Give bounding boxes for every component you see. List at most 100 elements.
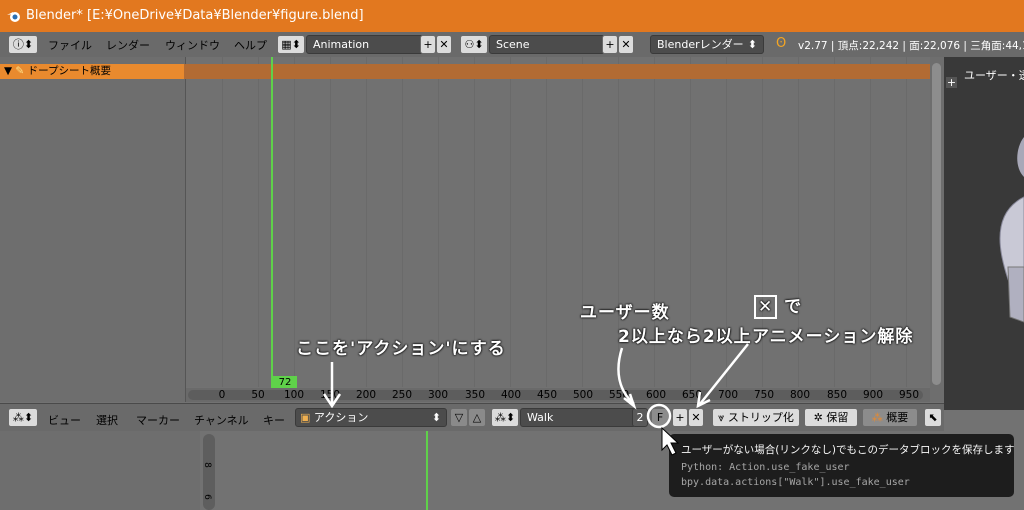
blender-icon: ʘ: [776, 36, 787, 51]
tooltip-title: ユーザーがない場合(リンクなし)でもこのデータブロックを保存します: [681, 444, 1015, 456]
menu-select[interactable]: 選択: [96, 412, 118, 428]
action-name: Walk: [527, 411, 554, 424]
remove-scene-button[interactable]: ✕: [618, 35, 634, 54]
ruler-tick: 950: [898, 389, 920, 401]
ruler-tick: 0: [218, 389, 226, 401]
screen-layout-field[interactable]: Animation: [306, 35, 424, 54]
push-down-button[interactable]: ✲ 保留: [804, 408, 858, 427]
ruler-tick: 150: [319, 389, 341, 401]
3d-viewport[interactable]: ユーザー・透 +: [944, 57, 1024, 410]
annotation-users-2: 2以上なら2以上: [618, 327, 752, 347]
fake-user-button[interactable]: F: [651, 408, 669, 427]
lower-current-frame-line: [426, 431, 428, 510]
menu-file[interactable]: ファイル: [48, 37, 92, 53]
ruler-tick: 900: [862, 389, 884, 401]
ruler-tick: 450: [536, 389, 558, 401]
ruler-tick: 850: [826, 389, 848, 401]
character-model: [999, 137, 1024, 323]
action-name-field[interactable]: Walk: [520, 408, 636, 427]
ruler-tick: 250: [391, 389, 413, 401]
screen-layout-icon[interactable]: ▦⬍: [277, 35, 305, 54]
scene-stats: v2.77 | 頂点:22,242 | 面:22,076 | 三角面:44,15…: [798, 40, 1024, 52]
chevron-down-icon: ⬍: [747, 38, 757, 51]
mode-dropdown[interactable]: ▣ アクション ⬍: [295, 408, 447, 427]
jump-down-button[interactable]: ▽: [450, 408, 468, 427]
annotation-unlink-1: ✕ で: [754, 292, 802, 319]
viewport-expand-button[interactable]: +: [946, 77, 957, 88]
mode-label: アクション: [313, 411, 369, 424]
summary-toggle-button[interactable]: ⁂ 概要: [862, 408, 918, 427]
expand-triangle-icon[interactable]: ▼: [4, 65, 12, 77]
ruler-tick: 200: [355, 389, 377, 401]
axis-label: 8: [201, 462, 212, 468]
unlink-action-button[interactable]: ✕: [688, 408, 704, 427]
menu-channel[interactable]: チャンネル: [194, 412, 249, 428]
dopesheet-header: ⁂⬍ ビュー 選択 マーカー チャンネル キー ▣ アクション ⬍ ▽ △ ⁂⬍…: [0, 403, 944, 433]
chevron-down-icon: ⬍: [431, 411, 441, 424]
cursor-tool-button[interactable]: ⬉: [924, 408, 942, 427]
channel-list: [0, 57, 186, 402]
editor-type-button[interactable]: ⁂⬍: [8, 408, 38, 427]
title-bar: Blender* [E:¥OneDrive¥Data¥Blender¥figur…: [0, 0, 1024, 33]
annotation-users-1: ユーザー数: [580, 303, 670, 323]
tooltip-python: Python: Action.use_fake_user: [681, 462, 850, 473]
scene-field[interactable]: Scene: [489, 35, 605, 54]
stash-icon: ⩔: [718, 411, 725, 424]
screen-layout-name: Animation: [313, 38, 370, 51]
user-count: 2: [632, 408, 648, 427]
ruler-tick: 800: [789, 389, 811, 401]
render-engine-label: Blenderレンダー: [657, 38, 744, 51]
ruler-tick: 100: [283, 389, 305, 401]
vertical-scrollbar[interactable]: [930, 57, 944, 402]
ruler-tick: 50: [251, 389, 265, 401]
push-down-label: 保留: [826, 411, 849, 424]
dopesheet-summary-icon: ✎: [15, 65, 25, 77]
summary-toggle-label: 概要: [886, 411, 909, 424]
user-count-value: 2: [636, 411, 644, 424]
viewport-label: ユーザー・透: [964, 69, 1024, 82]
fake-user-label: F: [656, 411, 664, 424]
summary-label: ドープシート概要: [27, 65, 111, 77]
remove-screen-button[interactable]: ✕: [436, 35, 452, 54]
editor-type-button[interactable]: ⓘ⬍: [8, 35, 38, 54]
tooltip-path: bpy.data.actions["Walk"].use_fake_user: [681, 477, 910, 488]
action-browse-button[interactable]: ⁂⬍: [491, 408, 519, 427]
blender-logo-icon: [7, 12, 20, 22]
lower-channel-region: [0, 431, 200, 510]
ruler-tick: 400: [500, 389, 522, 401]
annotation-mode: ここを'アクション'にする: [296, 339, 506, 359]
scrollbar-thumb[interactable]: [932, 63, 941, 385]
current-frame-line[interactable]: [271, 57, 273, 390]
info-header: ⓘ⬍ ファイル レンダー ウィンドウ ヘルプ ▦⬍ Animation + ✕ …: [0, 32, 1024, 58]
summary-icon: ⁂: [871, 411, 883, 424]
ruler-tick: 350: [464, 389, 486, 401]
annotation-unlink-2: アニメーション解除: [752, 327, 914, 347]
tooltip: ユーザーがない場合(リンクなし)でもこのデータブロックを保存します Python…: [669, 434, 1014, 497]
ruler-tick: 750: [753, 389, 775, 401]
render-engine-dropdown[interactable]: Blenderレンダー ⬍: [650, 35, 764, 54]
ruler-tick: 650: [681, 389, 703, 401]
scene-icon[interactable]: ⚇⬍: [460, 35, 488, 54]
menu-view[interactable]: ビュー: [48, 412, 81, 428]
window-title: Blender* [E:¥OneDrive¥Data¥Blender¥figur…: [26, 8, 364, 23]
ruler-tick: 550: [608, 389, 630, 401]
ruler-tick: 700: [717, 389, 739, 401]
menu-help[interactable]: ヘルプ: [234, 37, 267, 53]
ruler-tick: 600: [645, 389, 667, 401]
summary-channel[interactable]: ▼ ✎ ドープシート概要: [0, 64, 184, 79]
new-action-button[interactable]: +: [672, 408, 688, 427]
add-screen-button[interactable]: +: [420, 35, 436, 54]
jump-up-button[interactable]: △: [468, 408, 486, 427]
add-scene-button[interactable]: +: [602, 35, 618, 54]
axis-label: 6: [201, 494, 212, 500]
action-mode-icon: ▣: [300, 411, 311, 424]
ruler-tick: 300: [427, 389, 449, 401]
menu-key[interactable]: キー: [263, 412, 285, 428]
menu-render[interactable]: レンダー: [106, 37, 150, 53]
ruler-tick: 500: [572, 389, 594, 401]
menu-marker[interactable]: マーカー: [136, 412, 180, 428]
scene-name: Scene: [496, 38, 530, 51]
menu-window[interactable]: ウィンドウ: [165, 37, 220, 53]
push-down-icon: ✲: [813, 411, 823, 424]
stash-button[interactable]: ⩔ ストリップ化: [712, 408, 800, 427]
